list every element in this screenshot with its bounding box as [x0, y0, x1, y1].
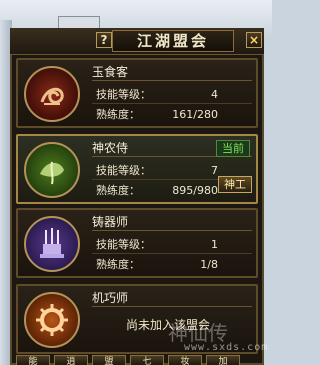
skill-level-label: 技能等级： — [96, 164, 151, 177]
guild-name: 铸器师 — [92, 214, 252, 231]
guild-card-yushike[interactable]: 玉食客 技能等级： 4 熟练度： 161/280 — [16, 58, 258, 128]
tab-5[interactable]: 妆 — [168, 355, 202, 365]
not-joined-status: 尚未加入该盟会 — [126, 318, 211, 332]
proficiency-label: 熟练度： — [96, 258, 140, 271]
help-button[interactable]: ? — [96, 32, 112, 48]
dragon-emblem-icon — [24, 66, 80, 122]
skill-level-value: 1 — [211, 238, 218, 251]
skill-level-label: 技能等级： — [96, 88, 151, 101]
skill-level-label: 技能等级： — [96, 238, 151, 251]
proficiency-row: 熟练度： 161/280 — [92, 106, 252, 123]
guild-card-zhuqishi[interactable]: 铸器师 技能等级： 1 熟练度： 1/8 — [16, 208, 258, 278]
skill-level-row: 技能等级： 4 — [92, 86, 252, 104]
skill-level-value: 7 — [211, 164, 218, 177]
guild-name: 玉食客 — [92, 64, 252, 81]
proficiency-row: 熟练度： 1/8 — [92, 256, 252, 273]
skill-level-row: 技能等级： 1 — [92, 236, 252, 254]
window-title: 江湖盟会 — [112, 30, 234, 52]
proficiency-label: 熟练度： — [96, 108, 140, 121]
proficiency-value: 895/980 — [172, 184, 218, 197]
skill-level-value: 4 — [211, 88, 218, 101]
watermark-url: www.sxds.com — [184, 342, 269, 353]
tab-3[interactable]: 盟 — [92, 355, 126, 365]
tab-1[interactable]: 能 — [16, 355, 50, 365]
shengong-button[interactable]: 神工 — [218, 176, 252, 193]
guild-name: 机巧师 — [92, 290, 252, 307]
current-badge: 当前 — [216, 140, 250, 157]
gear-emblem-icon — [24, 292, 80, 348]
proficiency-value: 1/8 — [200, 258, 218, 271]
close-button[interactable]: × — [246, 32, 262, 48]
tab-6[interactable]: 加 — [206, 355, 240, 365]
proficiency-value: 161/280 — [172, 108, 218, 121]
forge-emblem-icon — [24, 216, 80, 272]
tab-4[interactable]: 七 — [130, 355, 164, 365]
guild-card-shennongshi[interactable]: 神农侍 当前 技能等级： 7 熟练度： 895/980 神工 — [16, 134, 258, 204]
proficiency-label: 熟练度： — [96, 184, 140, 197]
tab-2[interactable]: 逍 — [54, 355, 88, 365]
herb-emblem-icon — [24, 142, 80, 198]
